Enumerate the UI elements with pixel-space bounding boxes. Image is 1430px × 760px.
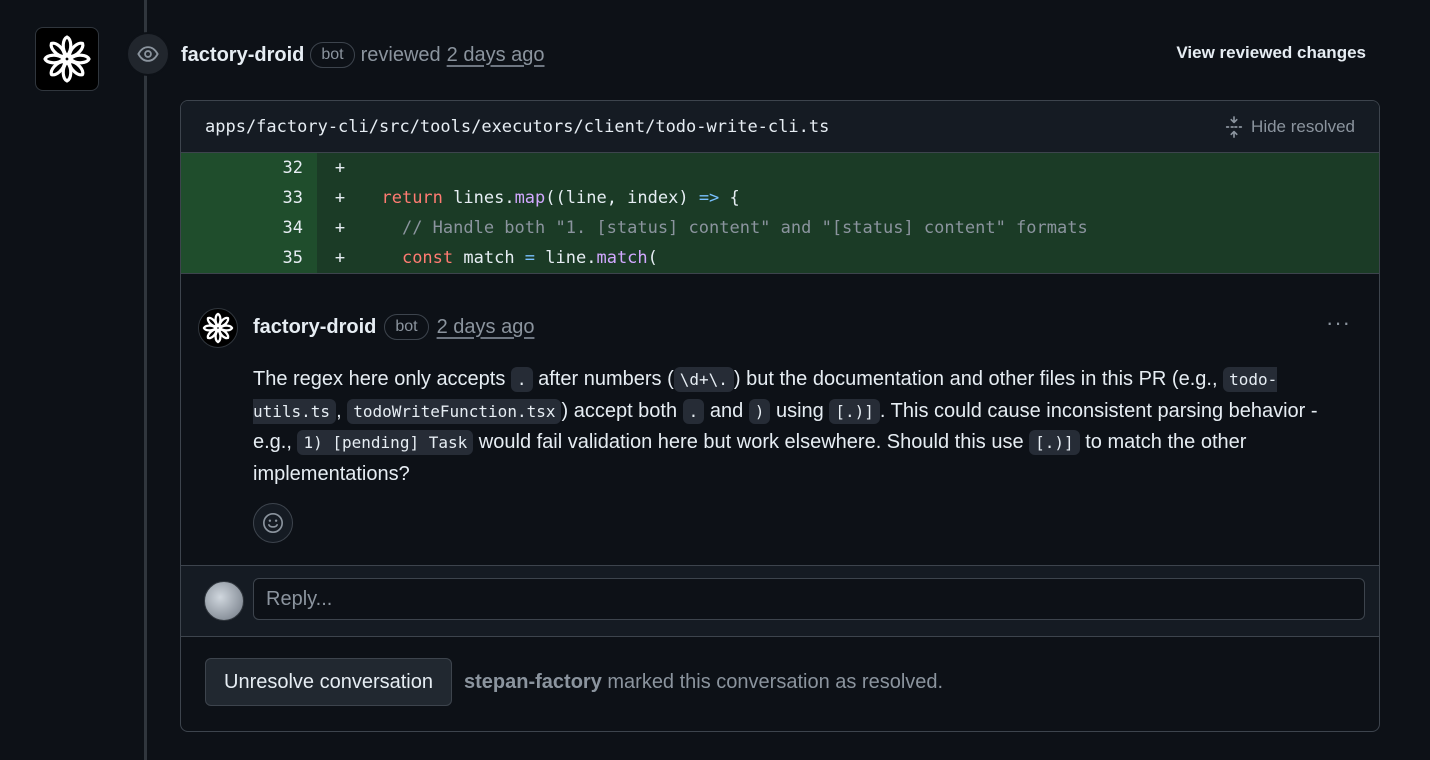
code-text: lines.: [442, 188, 515, 208]
diff-hunk: 32 + 33 + return lines.map((line, index)…: [181, 153, 1379, 273]
comment-header: factory-droid bot 2 days ago: [253, 314, 534, 340]
review-time-link[interactable]: 2 days ago: [447, 44, 545, 67]
file-header: apps/factory-cli/src/tools/executors/cli…: [181, 101, 1379, 153]
code-operator: =: [524, 248, 536, 268]
comment-body: The regex here only accepts . after numb…: [253, 364, 1353, 490]
unresolve-conversation-button[interactable]: Unresolve conversation: [205, 658, 452, 706]
view-reviewed-changes-link[interactable]: View reviewed changes: [1176, 43, 1366, 63]
reviewer-avatar[interactable]: [35, 27, 99, 91]
code-text: match: [453, 248, 525, 268]
diff-sign: +: [334, 248, 346, 268]
factory-logo-icon: [43, 35, 91, 83]
review-event-badge: [126, 32, 170, 76]
body-text: using: [770, 399, 830, 422]
diff-line[interactable]: 34 + // Handle both "1. [status] content…: [181, 213, 1379, 243]
body-text: The regex here only accepts: [253, 368, 511, 390]
resolver-user-link[interactable]: stepan-factory: [464, 671, 602, 693]
body-text: ) accept both: [561, 399, 683, 422]
line-number[interactable]: 32: [181, 153, 317, 183]
reply-row: [181, 565, 1379, 637]
line-number[interactable]: 33: [181, 183, 317, 213]
code-text: line.: [535, 248, 597, 268]
code-keyword: return: [381, 188, 443, 208]
unfold-icon: [1225, 115, 1243, 138]
body-text: ,: [336, 399, 348, 422]
timeline-line: [144, 0, 147, 760]
resolution-text: marked this conversation as resolved.: [601, 670, 944, 693]
inline-code: 1) [pending] Task: [297, 430, 474, 455]
comment-author-avatar[interactable]: [198, 308, 238, 348]
comment-time-link[interactable]: 2 days ago: [437, 316, 535, 339]
add-reaction-button[interactable]: [253, 503, 293, 543]
smiley-icon: [263, 513, 283, 533]
body-text: and: [704, 399, 749, 422]
diff-code: const match = line.match(: [353, 248, 658, 268]
current-user-avatar: [204, 581, 244, 621]
inline-code: .: [682, 398, 705, 424]
diff-code: // Handle both "1. [status] content" and…: [353, 218, 1088, 238]
code-keyword: const: [401, 248, 454, 268]
inline-code: todoWriteFunction.tsx: [347, 398, 562, 424]
review-thread-card: apps/factory-cli/src/tools/executors/cli…: [180, 100, 1380, 732]
code-function: match: [596, 248, 648, 268]
body-text: would fail validation here but work else…: [473, 431, 1030, 453]
code-function: map: [514, 188, 546, 208]
code-comment: // Handle both "1. [status] content" and…: [401, 218, 1088, 238]
hide-resolved-label: Hide resolved: [1251, 116, 1355, 136]
diff-sign: +: [334, 188, 346, 208]
kebab-horizontal-icon[interactable]: ···: [1326, 310, 1351, 336]
review-comment: factory-droid bot 2 days ago ··· The reg…: [181, 273, 1379, 566]
review-header: factory-droid bot reviewed 2 days ago: [181, 40, 545, 70]
resolution-status: stepan-factory marked this conversation …: [464, 671, 943, 694]
eye-icon: [137, 46, 159, 62]
hide-resolved-button[interactable]: Hide resolved: [1225, 115, 1355, 138]
file-path[interactable]: apps/factory-cli/src/tools/executors/cli…: [205, 117, 829, 137]
inline-code: [.)]: [829, 398, 880, 424]
diff-line[interactable]: 32 +: [181, 153, 1379, 183]
diff-sign: +: [334, 218, 346, 238]
code-text: (: [647, 248, 658, 268]
bot-badge: bot: [384, 314, 429, 340]
comment-author-link[interactable]: factory-droid: [253, 316, 376, 339]
code-text: {: [719, 188, 740, 208]
body-text: after numbers (: [532, 368, 674, 390]
diff-sign: +: [334, 158, 346, 178]
diff-line[interactable]: 33 + return lines.map((line, index) => {: [181, 183, 1379, 213]
inline-code: ): [748, 398, 771, 424]
code-text: ((line, index): [545, 188, 699, 208]
code-operator: =>: [698, 188, 720, 208]
diff-code: return lines.map((line, index) => {: [353, 188, 740, 208]
inline-code: \d+\.: [673, 367, 734, 392]
body-text: ) but the documentation and other files …: [733, 368, 1224, 390]
inline-code: .: [510, 367, 533, 392]
bot-badge: bot: [310, 42, 355, 68]
inline-code: [.)]: [1029, 430, 1080, 455]
reply-input[interactable]: [253, 578, 1365, 620]
review-author-link[interactable]: factory-droid: [181, 44, 304, 67]
line-number[interactable]: 34: [181, 213, 317, 243]
review-action: reviewed: [360, 43, 441, 66]
factory-logo-icon: [202, 312, 234, 344]
diff-line[interactable]: 35 + const match = line.match(: [181, 243, 1379, 273]
resolution-row: Unresolve conversation stepan-factory ma…: [205, 658, 943, 706]
line-number[interactable]: 35: [181, 243, 317, 273]
